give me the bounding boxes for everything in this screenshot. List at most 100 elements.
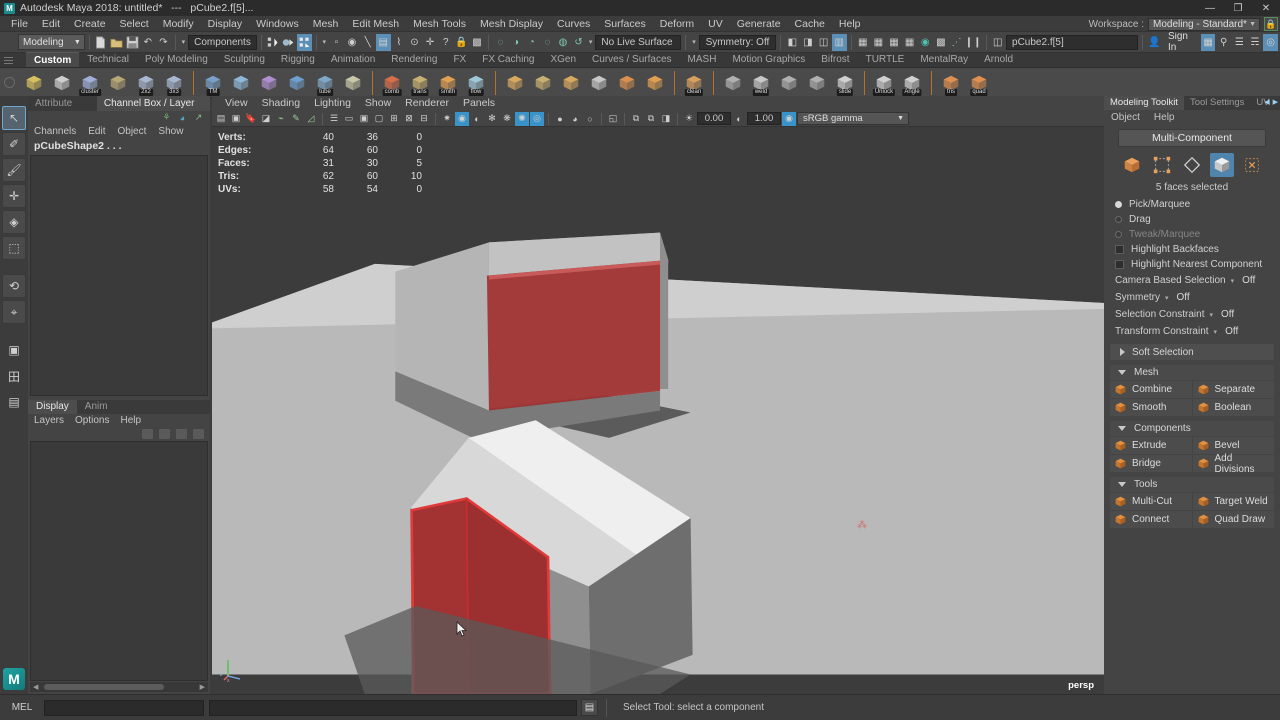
lattice-icon[interactable] bbox=[105, 70, 131, 96]
button-bevel[interactable]: Bevel bbox=[1192, 437, 1274, 454]
tube-icon[interactable]: tube bbox=[312, 70, 338, 96]
layout-single-icon[interactable]: ▣ bbox=[2, 338, 26, 362]
shelf-tab-animation[interactable]: Animation bbox=[323, 52, 383, 67]
person-icon[interactable]: ⚲ bbox=[1216, 34, 1231, 51]
symmetry-field[interactable]: Symmetry: Off bbox=[698, 34, 777, 50]
menu-curves[interactable]: Curves bbox=[550, 16, 597, 32]
filter-box-icon[interactable]: ▫ bbox=[329, 34, 344, 51]
menu-uv[interactable]: UV bbox=[701, 16, 730, 32]
transform-icon[interactable] bbox=[720, 70, 746, 96]
viewport-menu-renderer[interactable]: Renderer bbox=[398, 96, 456, 111]
user-icon[interactable]: 👤 bbox=[1147, 34, 1162, 51]
history-toggle-icon[interactable]: ↺ bbox=[571, 34, 586, 51]
shelf-tab-rendering[interactable]: Rendering bbox=[383, 52, 445, 67]
crate-icon[interactable] bbox=[614, 70, 640, 96]
scene-3d-render[interactable] bbox=[212, 127, 1104, 694]
menu-edit-mesh[interactable]: Edit Mesh bbox=[345, 16, 406, 32]
grid-2x2-icon[interactable]: 2x2 bbox=[133, 70, 159, 96]
menu-mesh[interactable]: Mesh bbox=[306, 16, 346, 32]
resolution-gate-icon[interactable]: ◿ bbox=[304, 112, 318, 126]
layer-move-down-icon[interactable] bbox=[176, 428, 187, 439]
live-surface-field[interactable]: No Live Surface bbox=[595, 34, 682, 50]
menu-display[interactable]: Display bbox=[201, 16, 249, 32]
list-icon[interactable]: ☰ bbox=[1232, 34, 1247, 51]
display-mode-icon[interactable]: ○ bbox=[583, 112, 597, 126]
command-line-left[interactable] bbox=[44, 699, 204, 716]
scatter-icon[interactable] bbox=[586, 70, 612, 96]
chevron-down-icon[interactable]: ▾ bbox=[1210, 311, 1214, 319]
menu-object[interactable]: Object bbox=[1111, 112, 1140, 123]
select-object-icon[interactable] bbox=[281, 34, 296, 51]
history-none-icon[interactable]: ◌ bbox=[540, 34, 555, 51]
menu-show[interactable]: Show bbox=[158, 126, 183, 137]
deform-icon[interactable] bbox=[502, 70, 528, 96]
snap-grid-icon[interactable]: ✛ bbox=[423, 34, 438, 51]
scroll-left-icon[interactable]: ◀ bbox=[33, 683, 38, 691]
lasso-tool[interactable]: ✐ bbox=[2, 132, 26, 156]
layer-move-top-icon[interactable] bbox=[142, 428, 153, 439]
section-header-tools[interactable]: Tools bbox=[1110, 477, 1274, 492]
shelf-tab-sculpting[interactable]: Sculpting bbox=[216, 52, 273, 67]
uv-mode-icon[interactable] bbox=[1240, 153, 1264, 177]
use-default-light-icon[interactable]: ✷ bbox=[440, 112, 454, 126]
snowflake-icon[interactable] bbox=[49, 70, 75, 96]
use-all-lights-icon[interactable]: ◐ bbox=[470, 112, 484, 126]
last-tool[interactable]: ⟲ bbox=[2, 274, 26, 298]
connection-editor-icon[interactable]: ⚘ bbox=[161, 112, 172, 123]
angle-icon[interactable]: Angle bbox=[899, 70, 925, 96]
exposure-icon[interactable]: ☀ bbox=[682, 112, 696, 126]
scale-tool[interactable]: ⬚ bbox=[2, 236, 26, 260]
shelf-options-icon[interactable] bbox=[4, 77, 15, 88]
x-ray-icon[interactable]: ⊞ bbox=[387, 112, 401, 126]
image-plane-icon[interactable]: ◪ bbox=[259, 112, 273, 126]
viewport-menu-panels[interactable]: Panels bbox=[456, 96, 502, 111]
transfer-icon[interactable]: trans bbox=[407, 70, 433, 96]
target-icon[interactable] bbox=[21, 70, 47, 96]
mel-label[interactable]: MEL bbox=[0, 702, 44, 713]
menu-mesh-tools[interactable]: Mesh Tools bbox=[406, 16, 473, 32]
quad-icon[interactable]: quad bbox=[966, 70, 992, 96]
viewport-select-icon[interactable]: ◱ bbox=[606, 112, 620, 126]
sign-in-button[interactable]: Sign In bbox=[1163, 31, 1200, 53]
menu-help[interactable]: Help bbox=[832, 16, 868, 32]
history-output-icon[interactable]: ◑ bbox=[509, 34, 524, 51]
cloth-icon[interactable] bbox=[284, 70, 310, 96]
layout-outliner-icon[interactable]: ▤ bbox=[2, 390, 26, 414]
ipr-render-icon[interactable]: ▦ bbox=[871, 34, 886, 51]
tab-tool-settings[interactable]: Tool Settings bbox=[1184, 96, 1250, 110]
cluster-icon[interactable]: cluster bbox=[77, 70, 103, 96]
snap-tool[interactable]: ⌖ bbox=[2, 300, 26, 324]
shelf-tab-arnold[interactable]: Arnold bbox=[976, 52, 1021, 67]
menu-help[interactable]: Help bbox=[120, 415, 141, 426]
button-smooth[interactable]: Smooth bbox=[1110, 399, 1192, 416]
scroll-tabs-right-icon[interactable]: ▶ bbox=[1273, 98, 1278, 106]
menu-options[interactable]: Options bbox=[75, 415, 109, 426]
hair-icon[interactable] bbox=[256, 70, 282, 96]
layout-four-icon[interactable]: 田 bbox=[2, 364, 26, 388]
selection-mask-field[interactable]: Components bbox=[188, 34, 257, 50]
chevron-down-icon[interactable]: ▾ bbox=[1231, 277, 1235, 285]
color-space-select[interactable]: sRGB gamma ▼ bbox=[797, 112, 909, 125]
menu-channels[interactable]: Channels bbox=[34, 126, 76, 137]
copy-view-icon[interactable]: ⧉ bbox=[629, 112, 643, 126]
scroll-tabs-left-icon[interactable]: ◀ bbox=[1264, 98, 1269, 106]
snap-curve-icon[interactable]: ⌇ bbox=[392, 34, 407, 51]
shelf-tab-fx-caching[interactable]: FX Caching bbox=[474, 52, 542, 67]
render-sequence-icon[interactable]: ▦ bbox=[902, 34, 917, 51]
history-input-icon[interactable]: ◌ bbox=[493, 34, 508, 51]
button-add-divisions[interactable]: Add Divisions bbox=[1192, 453, 1274, 475]
minimize-button[interactable]: — bbox=[1196, 0, 1224, 16]
paint-brush-icon[interactable] bbox=[228, 70, 254, 96]
select-hierarchy-icon[interactable] bbox=[266, 34, 281, 51]
chevron-down-icon[interactable]: ▾ bbox=[587, 38, 595, 46]
shadows-icon[interactable]: ✻ bbox=[485, 112, 499, 126]
radio-pick-marquee[interactable]: Pick/Marquee bbox=[1104, 197, 1280, 212]
bookmark-icon[interactable]: 🔖 bbox=[244, 112, 258, 126]
menu-edit[interactable]: Edit bbox=[88, 126, 105, 137]
toggle-attribute-editor-icon[interactable]: ▥ bbox=[831, 33, 847, 51]
select-component-icon[interactable] bbox=[297, 33, 312, 51]
tab-attribute-editor[interactable]: Attribute Editor bbox=[28, 96, 97, 124]
lock-icon[interactable]: 🔒 bbox=[1264, 17, 1278, 31]
shelf-tab-poly-modeling[interactable]: Poly Modeling bbox=[137, 52, 216, 67]
unlock-icon[interactable]: Unlock bbox=[871, 70, 897, 96]
